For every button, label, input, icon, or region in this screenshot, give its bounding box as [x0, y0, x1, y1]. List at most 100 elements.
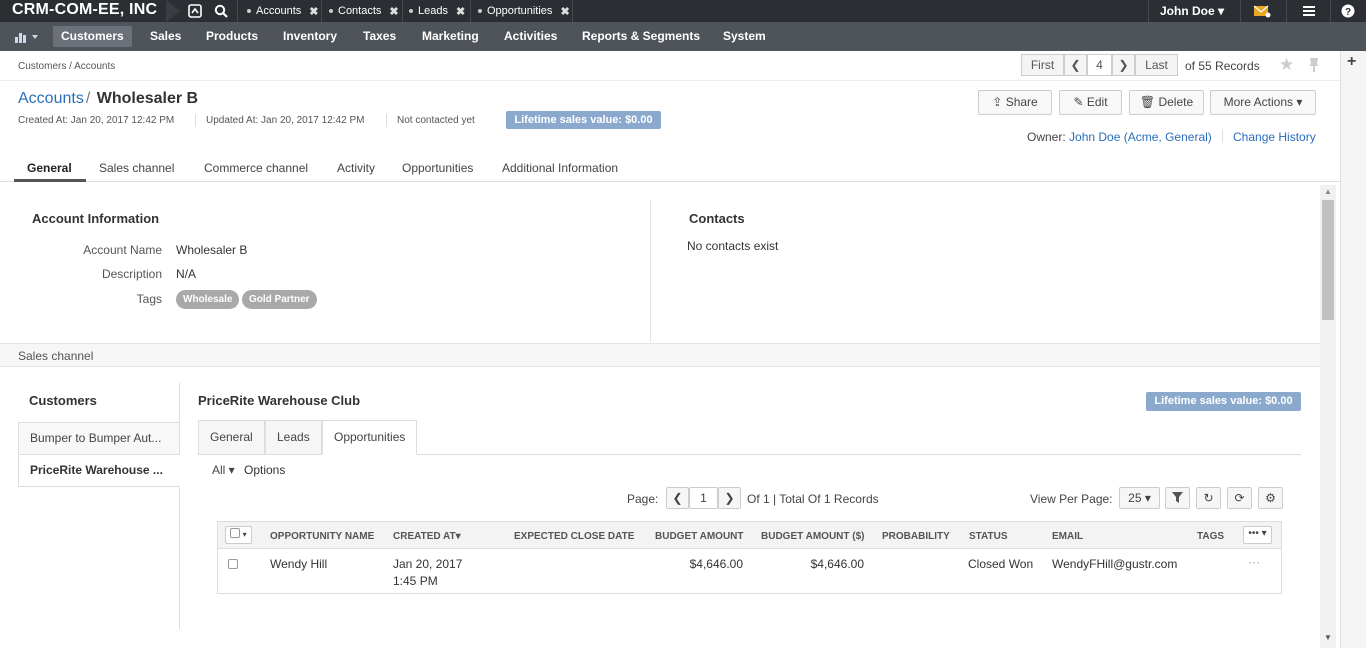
- pager-first-button[interactable]: First: [1021, 54, 1064, 76]
- star-icon[interactable]: ★: [1279, 55, 1294, 75]
- account-info-title: Account Information: [32, 211, 160, 226]
- col-tags[interactable]: Tags: [1197, 531, 1224, 542]
- pager-page-input[interactable]: 4: [1087, 54, 1112, 76]
- col-budget-amount-usd[interactable]: Budget Amount ($): [761, 531, 865, 542]
- scrollbar-thumb[interactable]: [1322, 200, 1334, 320]
- top-bar: CRM-COM-EE, INC Accounts ✖ Contacts ✖ Lead…: [0, 0, 1366, 22]
- breadcrumb: Customers / Accounts: [18, 61, 116, 72]
- customer-item[interactable]: Bumper to Bumper Aut...: [18, 422, 180, 455]
- menu-customers[interactable]: Customers: [53, 26, 132, 47]
- col-opportunity-name[interactable]: Opportunity Name: [270, 531, 374, 542]
- close-icon[interactable]: ✖: [309, 5, 318, 18]
- filter-all-dropdown[interactable]: All ▾: [212, 463, 235, 477]
- row-checkbox[interactable]: [228, 559, 238, 569]
- close-icon[interactable]: ✖: [560, 5, 569, 18]
- close-icon[interactable]: ✖: [456, 5, 465, 18]
- col-created-at[interactable]: Created At▾: [393, 531, 461, 542]
- scrollbar[interactable]: ▲ ▼: [1320, 185, 1336, 648]
- caret-down-icon: ▾: [1296, 95, 1303, 109]
- customers-list: Customers Bumper to Bumper Aut... PriceR…: [18, 383, 180, 629]
- subtab-general[interactable]: General: [198, 420, 265, 455]
- main-menu: Customers Sales Products Inventory Taxes…: [0, 22, 1366, 51]
- page-label: Page:: [627, 492, 659, 506]
- settings-button[interactable]: ⚙: [1258, 487, 1283, 509]
- options-link[interactable]: Options: [244, 463, 285, 477]
- dashboard-icon[interactable]: [15, 30, 39, 43]
- tab-general[interactable]: General: [27, 161, 72, 175]
- col-probability[interactable]: Probability: [882, 531, 950, 542]
- cell-created-time: 1:45 PM: [393, 574, 438, 588]
- envelope-icon[interactable]: [1253, 4, 1271, 18]
- pin-icon[interactable]: [1307, 57, 1321, 73]
- select-all-checkbox[interactable]: ▾: [225, 526, 252, 544]
- column-manager-button[interactable]: ••• ▾: [1243, 526, 1272, 544]
- pager-next-button[interactable]: ❯: [1112, 54, 1135, 76]
- account-name-value: Wholesaler B: [176, 243, 248, 257]
- pager-prev-button[interactable]: ❮: [1064, 54, 1087, 76]
- menu-inventory[interactable]: Inventory: [275, 22, 345, 51]
- owner-org-link[interactable]: (Acme, General): [1124, 130, 1212, 144]
- records-count: of 55 Records: [1185, 59, 1260, 73]
- tab-additional-information[interactable]: Additional Information: [502, 161, 618, 175]
- hamburger-icon[interactable]: [1302, 4, 1316, 18]
- search-icon[interactable]: [214, 4, 228, 18]
- history-tab-leads[interactable]: Leads ✖: [409, 0, 465, 22]
- cell-budget-amount: $4,646.00: [689, 557, 743, 571]
- description-value: N/A: [176, 267, 197, 281]
- refresh-icon: ⟳: [1234, 491, 1245, 505]
- pin-icon[interactable]: [188, 4, 202, 18]
- col-email[interactable]: Email: [1052, 531, 1083, 542]
- trash-icon: 🗑: [1139, 95, 1156, 109]
- help-icon[interactable]: ?: [1341, 4, 1355, 18]
- tab-activity[interactable]: Activity: [337, 161, 375, 175]
- change-history-link[interactable]: Change History: [1233, 130, 1316, 144]
- cell-created-date: Jan 20, 2017: [393, 557, 463, 571]
- grid-page-input[interactable]: 1: [689, 487, 718, 509]
- subtab-opportunities[interactable]: Opportunities: [322, 420, 418, 455]
- filter-button[interactable]: [1165, 487, 1190, 509]
- selected-customer-title: PriceRite Warehouse Club: [198, 393, 361, 408]
- reset-icon: ↻: [1203, 491, 1214, 505]
- tab-opportunities[interactable]: Opportunities: [402, 161, 473, 175]
- tags-label: Tags: [136, 292, 162, 306]
- right-sidebar: +: [1340, 51, 1366, 648]
- history-tab-opportunities[interactable]: Opportunities ✖: [478, 0, 570, 22]
- svg-text:?: ?: [1345, 7, 1351, 18]
- brand-logo[interactable]: CRM-COM-EE, INC: [12, 1, 157, 19]
- history-tab-contacts[interactable]: Contacts ✖: [329, 0, 399, 22]
- menu-reports-segments[interactable]: Reports & Segments: [574, 22, 708, 51]
- refresh-button[interactable]: ⟳: [1227, 487, 1252, 509]
- owner-link[interactable]: John Doe: [1069, 130, 1120, 144]
- grid-next-button[interactable]: ❯: [718, 487, 741, 509]
- share-button[interactable]: ⇪ Share: [978, 90, 1052, 115]
- delete-button[interactable]: 🗑 Delete: [1129, 90, 1204, 115]
- breadcrumb-row: Customers / Accounts First ❮ 4 ❯ Last of…: [0, 51, 1340, 81]
- plus-icon[interactable]: +: [1347, 53, 1356, 71]
- menu-taxes[interactable]: Taxes: [355, 22, 404, 51]
- menu-sales[interactable]: Sales: [142, 22, 189, 51]
- pager-last-button[interactable]: Last: [1135, 54, 1178, 76]
- menu-activities[interactable]: Activities: [496, 22, 565, 51]
- col-budget-amount[interactable]: Budget Amount: [655, 531, 744, 542]
- entity-link[interactable]: Accounts: [18, 90, 84, 107]
- col-status[interactable]: Status: [969, 531, 1008, 542]
- more-actions-button[interactable]: More Actions ▾: [1210, 90, 1316, 115]
- reset-button[interactable]: ↻: [1196, 487, 1221, 509]
- customer-item-selected[interactable]: PriceRite Warehouse ...: [18, 454, 180, 487]
- col-expected-close-date[interactable]: Expected Close Date: [514, 531, 634, 542]
- tab-commerce-channel[interactable]: Commerce channel: [204, 161, 308, 175]
- per-page-dropdown[interactable]: 25 ▾: [1119, 487, 1160, 509]
- history-tab-accounts[interactable]: Accounts ✖: [247, 0, 318, 22]
- grid-prev-button[interactable]: ❮: [666, 487, 689, 509]
- tab-sales-channel[interactable]: Sales channel: [99, 161, 174, 175]
- subtab-leads[interactable]: Leads: [265, 420, 322, 455]
- menu-system[interactable]: System: [715, 22, 774, 51]
- row-actions-icon[interactable]: ···: [1248, 555, 1260, 569]
- customers-title: Customers: [29, 393, 97, 408]
- close-icon[interactable]: ✖: [389, 5, 398, 18]
- user-menu[interactable]: John Doe ▾: [1160, 4, 1224, 18]
- grid-records-count: Of 1 | Total Of 1 Records: [747, 492, 879, 506]
- edit-button[interactable]: ✎ Edit: [1059, 90, 1122, 115]
- menu-products[interactable]: Products: [198, 22, 266, 51]
- menu-marketing[interactable]: Marketing: [414, 22, 487, 51]
